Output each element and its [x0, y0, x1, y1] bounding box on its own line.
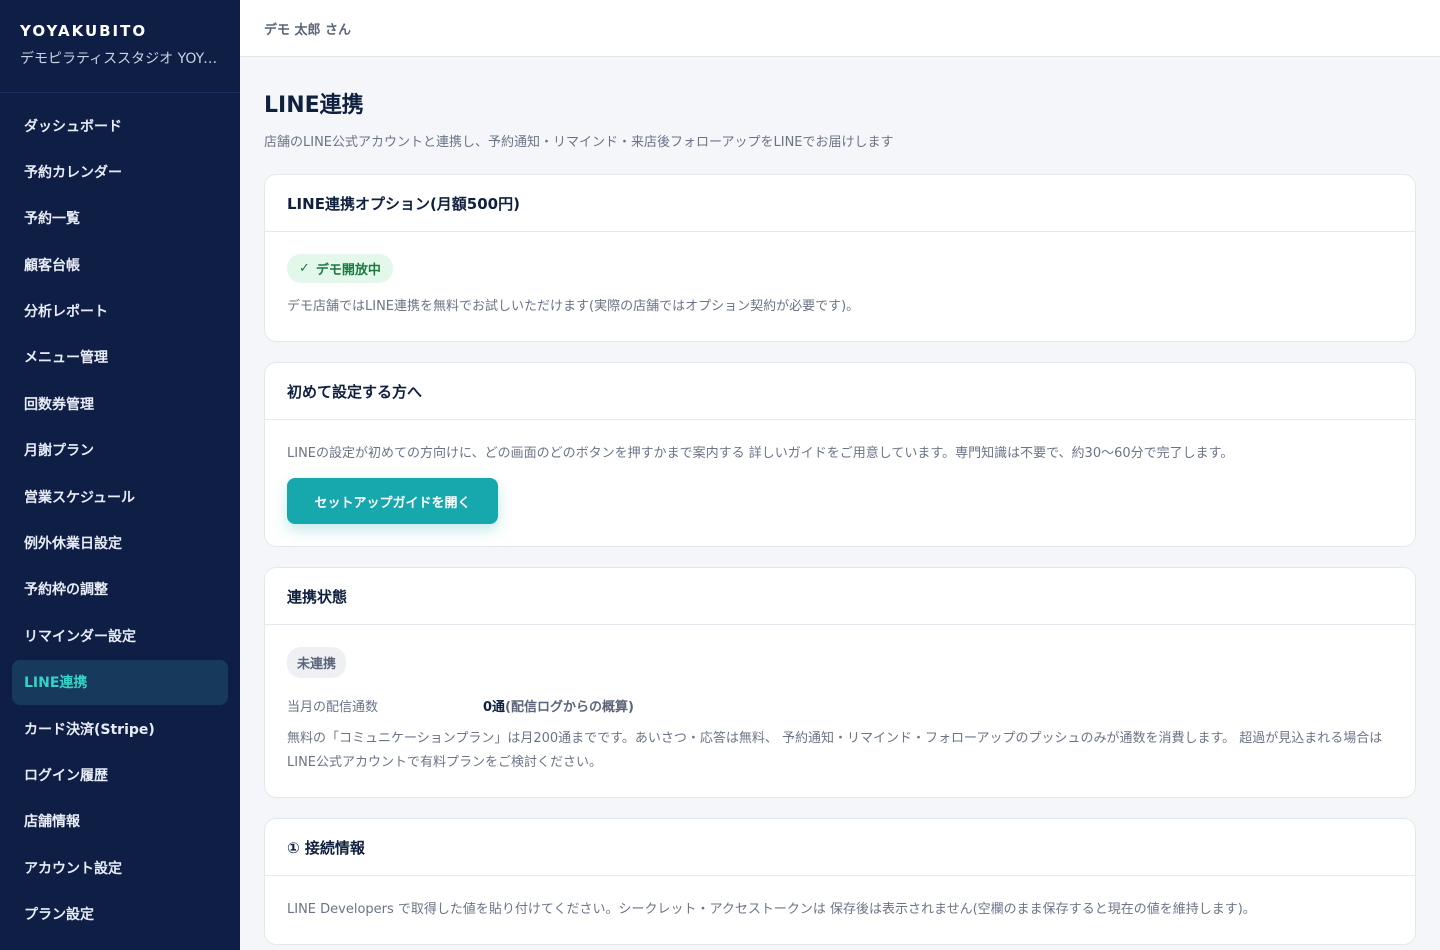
sidebar-nav: ダッシュボード 予約カレンダー 予約一覧 顧客台帳 分析レポート メニュー管理 … — [0, 93, 240, 948]
connection-note: LINE Developers で取得した値を貼り付けてください。シークレット・… — [287, 902, 1256, 917]
sidebar-item-customers[interactable]: 顧客台帳 — [12, 242, 228, 287]
sidebar-item-account[interactable]: アカウント設定 — [12, 845, 228, 890]
sidebar-item-holidays[interactable]: 例外休業日設定 — [12, 521, 228, 566]
top-bar: デモ 太郎 さん — [240, 0, 1440, 57]
quota-note: 無料の「コミュニケーションプラン」は月200通までです。あいさつ・応答は無料、 … — [287, 731, 1383, 770]
sidebar-item-slots[interactable]: 予約枠の調整 — [12, 567, 228, 612]
brand: YOYAKUBITO デモピラティススタジオ YOYAKUBITO — [0, 0, 240, 93]
sidebar-item-menu[interactable]: メニュー管理 — [12, 335, 228, 380]
sidebar-item-monthly-plans[interactable]: 月謝プラン — [12, 428, 228, 473]
delivery-count-row: 当月の配信通数 0通(配信ログからの概算) — [287, 696, 1393, 715]
sidebar-item-plan[interactable]: プラン設定 — [12, 892, 228, 937]
sidebar-item-tickets[interactable]: 回数券管理 — [12, 381, 228, 426]
guide-note: LINEの設定が初めての方向けに、どの画面のどのボタンを押すかまで案内する 詳し… — [287, 446, 1234, 461]
option-card: LINE連携オプション(月額500円) ✓ デモ開放中 デモ店舗ではLINE連携… — [264, 174, 1416, 342]
sidebar-item-login-history[interactable]: ログイン履歴 — [12, 752, 228, 797]
page-subtitle: 店舗のLINE公式アカウントと連携し、予約通知・リマインド・来店後フォローアップ… — [264, 135, 894, 150]
delivery-count-note: (配信ログからの概算) — [505, 700, 634, 715]
app-root: YOYAKUBITO デモピラティススタジオ YOYAKUBITO ダッシュボー… — [0, 0, 1440, 950]
store-name: デモピラティススタジオ YOYAKUBITO — [20, 51, 220, 67]
connection-status-badge: 未連携 — [287, 647, 347, 678]
brand-name: YOYAKUBITO — [20, 22, 148, 40]
guide-card-title: 初めて設定する方へ — [265, 363, 1415, 420]
status-card: 連携状態 未連携 当月の配信通数 0通(配信ログからの概算) 無料の「コミュニケ… — [264, 567, 1416, 798]
sidebar-item-schedule[interactable]: 営業スケジュール — [12, 474, 228, 519]
user-name: デモ 太郎 さん — [264, 22, 352, 38]
sidebar-item-reports[interactable]: 分析レポート — [12, 289, 228, 334]
open-setup-guide-button[interactable]: セットアップガイドを開く — [287, 478, 498, 524]
sidebar-item-store-info[interactable]: 店舗情報 — [12, 799, 228, 844]
sidebar-item-stripe[interactable]: カード決済(Stripe) — [12, 706, 228, 751]
check-icon: ✓ — [299, 261, 310, 276]
connection-card: ① 接続情報 LINE Developers で取得した値を貼り付けてください。… — [264, 818, 1416, 945]
delivery-count-label: 当月の配信通数 — [287, 700, 379, 715]
sidebar-item-dashboard[interactable]: ダッシュボード — [12, 103, 228, 148]
sidebar-item-line[interactable]: LINE連携 — [12, 659, 228, 705]
option-note: デモ店舗ではLINE連携を無料でお試しいただけます(実際の店舗ではオプション契約… — [287, 299, 860, 314]
page-title: LINE連携 — [264, 93, 364, 118]
sidebar: YOYAKUBITO デモピラティススタジオ YOYAKUBITO ダッシュボー… — [0, 0, 240, 950]
connection-card-title: ① 接続情報 — [265, 819, 1415, 876]
main-area: デモ 太郎 さん LINE連携 店舗のLINE公式アカウントと連携し、予約通知・… — [240, 0, 1440, 950]
guide-card: 初めて設定する方へ LINEの設定が初めての方向けに、どの画面のどのボタンを押す… — [264, 362, 1416, 547]
demo-status-badge: ✓ デモ開放中 — [287, 254, 393, 283]
option-card-title: LINE連携オプション(月額500円) — [265, 175, 1415, 232]
delivery-count-number: 0通 — [483, 700, 506, 715]
delivery-count-value: 0通(配信ログからの概算) — [483, 696, 634, 715]
sidebar-item-reservation-calendar[interactable]: 予約カレンダー — [12, 149, 228, 194]
status-card-title: 連携状態 — [265, 568, 1415, 625]
sidebar-item-reminders[interactable]: リマインダー設定 — [12, 613, 228, 658]
page-content: LINE連携 店舗のLINE公式アカウントと連携し、予約通知・リマインド・来店後… — [240, 57, 1440, 945]
sidebar-item-reservation-list[interactable]: 予約一覧 — [12, 196, 228, 241]
demo-status-label: デモ開放中 — [315, 263, 381, 278]
